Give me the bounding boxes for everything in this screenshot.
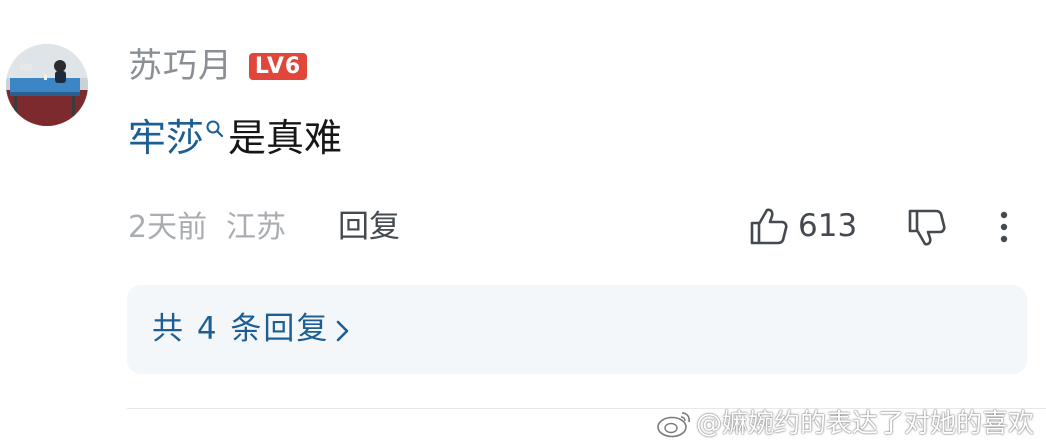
username[interactable]: 苏巧月 (128, 44, 233, 88)
comment-location: 江苏 (226, 210, 286, 245)
like-button[interactable]: 613 (748, 203, 857, 249)
topic-link[interactable]: 牢莎 (128, 116, 204, 160)
comment-body: 是真难 (228, 116, 343, 160)
view-replies-button[interactable]: 共 4 条回复 (127, 285, 1027, 374)
thumbs-up-icon (750, 208, 788, 245)
watermark-text: @嫲婉约的表达了对她的喜欢 (695, 409, 1034, 439)
reply-button[interactable]: 回复 (338, 206, 400, 248)
more-button[interactable] (990, 208, 1018, 248)
chevron-right-icon (336, 320, 349, 342)
more-vertical-icon (1000, 211, 1008, 243)
thumbs-down-icon (908, 209, 946, 246)
level-badge: LV6 (249, 53, 307, 80)
weibo-logo-icon (657, 412, 690, 438)
avatar[interactable] (6, 44, 88, 126)
like-count: 613 (798, 208, 858, 244)
replies-count-label: 共 4 条回复 (152, 311, 330, 347)
search-icon[interactable] (204, 118, 226, 140)
watermark: @嫲婉约的表达了对她的喜欢 (656, 404, 1034, 444)
comment-page: 苏巧月 LV6 牢莎 是真难 2天前 江苏 回复 613 共 4 条回复 @嫲婉… (0, 0, 1046, 448)
avatar-image (6, 44, 88, 126)
comment-time: 2天前 (128, 210, 208, 245)
dislike-button[interactable] (906, 205, 950, 249)
comment-text: 牢莎 是真难 (128, 112, 342, 164)
